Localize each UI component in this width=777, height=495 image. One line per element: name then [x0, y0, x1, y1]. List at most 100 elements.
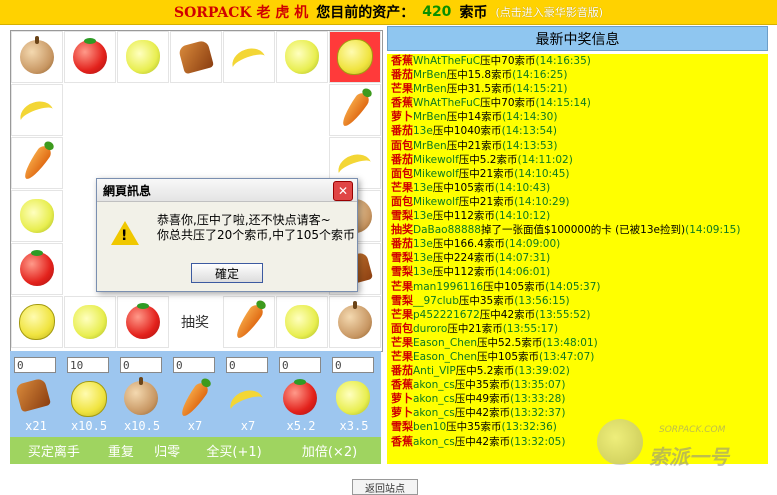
banana-icon — [16, 96, 58, 134]
winner-text: 压中105索币 — [476, 350, 540, 363]
slot-cell — [64, 296, 116, 348]
winner-username[interactable]: 13e — [413, 182, 433, 194]
brand-title: SORPACK 老 虎 机 — [173, 5, 309, 21]
banana-icon — [226, 385, 268, 423]
pear-icon — [336, 381, 370, 415]
header-bar: SORPACK 老 虎 机 您目前的资产： 420 索币 (点击进入豪华影音版) — [0, 0, 777, 25]
bet-input[interactable] — [226, 357, 268, 373]
winner-text: 压中15.8索币 — [446, 69, 513, 82]
winner-text: 掉了一张面值$100000的卡 (已被13e捡到) — [480, 224, 686, 237]
slot-cell — [117, 31, 169, 83]
winner-entry: 面包MrBen压中21索币(14:13:53) — [387, 139, 768, 153]
winner-fruit: 雪梨 — [391, 251, 413, 265]
lemon-icon — [337, 39, 373, 75]
double-button[interactable]: 加倍(×2) — [278, 441, 381, 460]
apple-icon — [20, 36, 54, 74]
bet-input[interactable] — [67, 357, 109, 373]
bet-input[interactable] — [14, 357, 56, 373]
bet-input[interactable] — [173, 357, 215, 373]
winner-time: (14:09:15) — [685, 224, 741, 237]
close-icon[interactable]: ✕ — [333, 181, 353, 201]
winner-username[interactable]: WhAtTheFuC — [413, 55, 480, 67]
winner-username[interactable]: akon_cs — [413, 436, 455, 448]
winner-username[interactable]: MrBen — [413, 140, 447, 152]
winner-text: 压中1040索币 — [432, 125, 502, 138]
winner-entry: 番茄Mikewolf压中5.2索币(14:11:02) — [387, 153, 768, 167]
winners-list[interactable]: 香蕉WhAtTheFuC压中70索币(14:16:35) 番茄MrBen压中15.… — [387, 54, 768, 464]
cash-out-button[interactable]: 买定离手 — [10, 441, 98, 460]
winner-username[interactable]: MrBen — [413, 69, 447, 81]
winner-username[interactable]: 13e — [413, 238, 433, 250]
winner-username[interactable]: Mikewolf — [413, 168, 459, 180]
winner-entry: 番茄13e压中166.4索币(14:09:00) — [387, 237, 768, 251]
winner-username[interactable]: MrBen — [413, 111, 447, 123]
winner-username[interactable]: akon_cs — [413, 407, 455, 419]
action-button-row: 买定离手 重复 归零 全买(+1) 加倍(×2) — [10, 437, 381, 464]
winner-fruit: 番茄 — [391, 124, 413, 138]
winner-username[interactable]: 13e — [413, 266, 433, 278]
winner-fruit: 香蕉 — [391, 434, 413, 448]
tomato-icon — [126, 303, 160, 339]
winner-username[interactable]: Mikewolf — [413, 196, 459, 208]
winner-time: (13:55:17) — [502, 322, 559, 335]
winner-fruit: 芒果 — [391, 180, 413, 194]
multiplier-label: x21 — [25, 419, 47, 433]
winner-username[interactable]: 13e — [413, 210, 433, 222]
winner-username[interactable]: duroro — [413, 323, 447, 335]
back-to-site-tab[interactable]: 返回站点 — [352, 479, 418, 495]
winner-username[interactable]: ben10 — [413, 421, 446, 433]
winner-entry: 香蕉akon_cs压中35索币(13:35:07) — [387, 378, 768, 392]
winner-username[interactable]: Mikewolf — [413, 154, 459, 166]
winner-time: (14:16:35) — [535, 55, 591, 67]
ok-button[interactable]: 確定 — [191, 263, 263, 283]
dialog-line-2: 你总共压了20个索币,中了105个索币 — [157, 228, 355, 242]
winner-time: (14:10:12) — [494, 210, 551, 223]
carrot-icon — [20, 143, 54, 183]
bet-input[interactable] — [332, 357, 374, 373]
bet-input[interactable] — [120, 357, 162, 373]
winner-username[interactable]: 13e — [413, 125, 433, 137]
multiplier-label: x10.5 — [123, 419, 161, 433]
winner-username[interactable]: p452221672 — [413, 309, 480, 321]
winner-fruit: 面包 — [391, 321, 413, 335]
winner-fruit: 雪梨 — [391, 420, 413, 434]
winner-username[interactable]: man1996116 — [413, 281, 483, 293]
bet-input[interactable] — [279, 357, 321, 373]
winner-time: (14:13:54) — [501, 125, 557, 138]
buy-all-button[interactable]: 全买(+1) — [190, 441, 278, 460]
winner-entry: 面包Mikewolf压中21索币(14:10:45) — [387, 167, 768, 181]
winner-entry: 雪梨13e压中224索币(14:07:31) — [387, 251, 768, 265]
winner-entry: 芒果man1996116压中105索币(14:05:37) — [387, 280, 768, 294]
winner-username[interactable]: DaBao88888 — [413, 224, 481, 236]
winner-text: 压中112索币 — [432, 210, 495, 223]
winner-username[interactable]: __97club — [413, 295, 459, 307]
winner-entry: 芒果Eason_Chen压中105索币(13:47:07) — [387, 350, 768, 364]
winner-fruit: 雪梨 — [391, 265, 413, 279]
winner-username[interactable]: akon_cs — [413, 379, 455, 391]
reset-button[interactable]: 归零 — [144, 441, 190, 460]
winner-username[interactable]: Eason_Chen — [413, 351, 477, 363]
winner-time: (13:47:07) — [539, 350, 595, 363]
winner-entry: 芒果13e压中105索币(14:10:43) — [387, 181, 768, 195]
winner-username[interactable]: akon_cs — [413, 393, 455, 405]
winner-username[interactable]: 13e — [413, 252, 433, 264]
winner-username[interactable]: MrBen — [413, 83, 447, 95]
winner-entry: 雪梨13e压中112索币(14:06:01) — [387, 265, 768, 279]
winner-username[interactable]: Eason_Chen — [413, 337, 477, 349]
winner-username[interactable]: Anti_VIP — [413, 365, 456, 377]
multiplier-label: x7 — [187, 419, 203, 433]
assets-label: 您目前的资产： — [316, 5, 415, 21]
bread-icon — [14, 377, 52, 413]
winner-fruit: 番茄 — [391, 237, 413, 251]
logo-ball-icon — [597, 419, 643, 465]
deluxe-version-link[interactable]: (点击进入豪华影音版) — [495, 4, 603, 20]
apple-icon — [338, 301, 372, 339]
winner-username[interactable]: WhAtTheFuC — [413, 97, 480, 109]
winner-fruit: 萝卜 — [391, 392, 413, 406]
winner-time: (13:55:52) — [535, 308, 591, 321]
winner-fruit: 面包 — [391, 138, 413, 152]
winner-time: (14:15:14) — [535, 97, 591, 110]
winner-entry: 面包duroro压中21索币(13:55:17) — [387, 322, 768, 336]
repeat-button[interactable]: 重复 — [98, 441, 144, 460]
slot-cell — [64, 31, 116, 83]
